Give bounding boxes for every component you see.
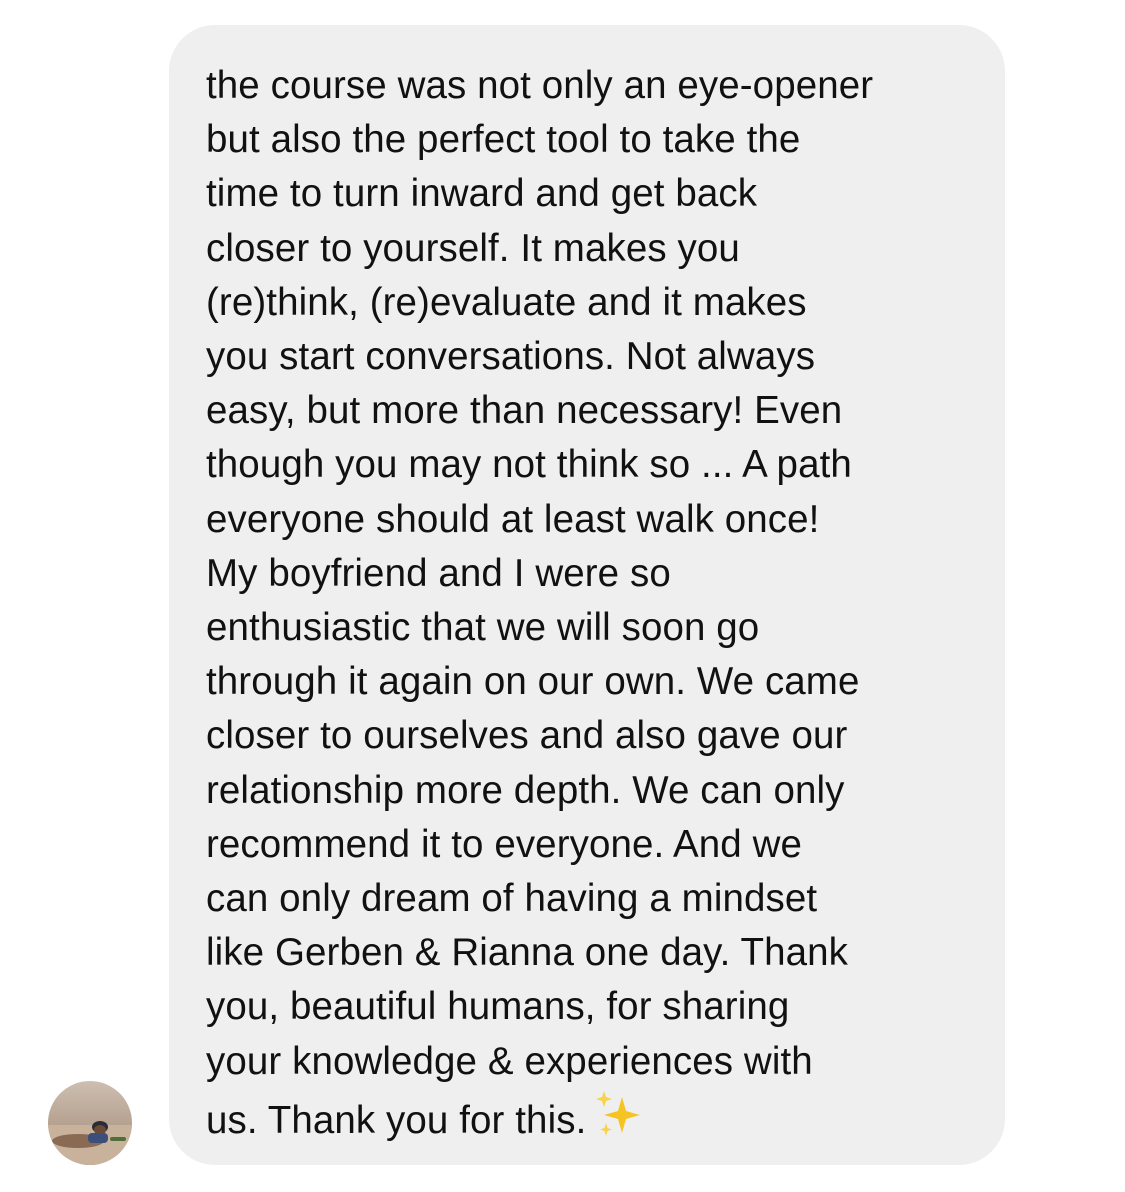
message-line: everyone should at least walk once!	[206, 497, 820, 541]
message-line: like Gerben & Rianna one day. Thank	[206, 931, 849, 975]
message-line: but also the perfect tool to take the	[206, 118, 801, 162]
message-line: recommend it to everyone. And we	[206, 822, 802, 866]
message-line: the course was not only an eye-opener	[206, 64, 874, 107]
message-line: easy, but more than necessary! Even	[206, 389, 843, 433]
message-line: us. Thank you for this.	[206, 1098, 587, 1142]
message-line: relationship more depth. We can only	[206, 768, 845, 812]
message-line: enthusiastic that we will soon go	[206, 606, 760, 650]
sparkles-icon	[596, 1090, 641, 1136]
message-line: you start conversations. Not always	[206, 335, 816, 379]
message-line: your knowledge & experiences with	[206, 1039, 813, 1083]
message-line: closer to ourselves and also gave our	[206, 714, 848, 758]
message-text: the course was not only an eye-opener bu…	[206, 59, 975, 1148]
message-line: My boyfriend and I were so	[206, 551, 671, 595]
message-thread: the course was not only an eye-opener bu…	[0, 0, 1125, 1192]
message-line: time to turn inward and get back	[206, 172, 758, 216]
message-line: through it again on our own. We came	[206, 660, 860, 704]
message-line: (re)think, (re)evaluate and it makes	[206, 280, 807, 324]
message-line: closer to yourself. It makes you	[206, 226, 740, 270]
sender-avatar[interactable]	[48, 1081, 132, 1165]
avatar-photo-icon	[48, 1081, 132, 1165]
message-line: can only dream of having a mindset	[206, 877, 818, 921]
message-bubble[interactable]: the course was not only an eye-opener bu…	[169, 25, 1005, 1165]
message-line: though you may not think so ... A path	[206, 443, 852, 487]
message-line: you, beautiful humans, for sharing	[206, 985, 790, 1029]
